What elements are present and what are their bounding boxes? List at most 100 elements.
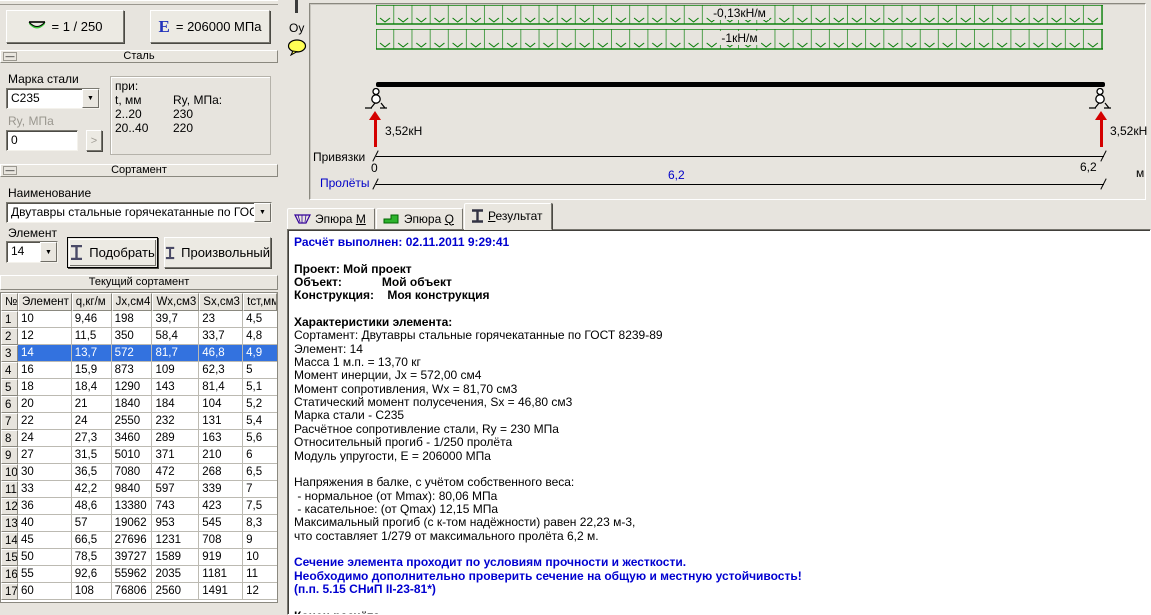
table-cell[interactable]: 2035 (152, 566, 200, 583)
table-cell[interactable]: 7 (243, 481, 277, 498)
table-cell[interactable]: 46,8 (199, 345, 244, 362)
table-row[interactable]: 14 45 66,5 27696 1231 708 9 (1, 532, 277, 549)
table-cell[interactable]: 76806 (111, 583, 153, 600)
table-cell[interactable]: 12 (243, 583, 277, 600)
table-cell[interactable]: 10 (243, 549, 277, 566)
sortament-name-combobox[interactable]: Двутавры стальные горячекатанные по ГОСТ… (6, 202, 272, 223)
table-row[interactable]: 7 22 24 2550 232 131 5,4 (1, 413, 277, 430)
table-cell[interactable]: 4,8 (243, 328, 277, 345)
row-number[interactable]: 8 (1, 430, 18, 447)
row-number[interactable]: 11 (1, 481, 18, 498)
table-cell[interactable]: 39727 (111, 549, 153, 566)
row-number[interactable]: 3 (1, 345, 18, 362)
table-row[interactable]: 4 16 15,9 873 109 62,3 5 (1, 362, 277, 379)
table-cell[interactable]: 16 (17, 362, 72, 379)
table-cell[interactable]: 1840 (111, 396, 153, 413)
column-header[interactable]: Sx,см3 (199, 293, 244, 311)
table-cell[interactable]: 953 (152, 515, 200, 532)
chevron-down-icon[interactable]: ▼ (254, 203, 271, 222)
row-number[interactable]: 6 (1, 396, 18, 413)
tab-epura-m[interactable]: Эпюра М (287, 208, 375, 230)
table-cell[interactable]: 108 (71, 583, 112, 600)
table-cell[interactable]: 109 (152, 362, 200, 379)
table-cell[interactable]: 33,7 (199, 328, 244, 345)
column-header[interactable]: Jx,см4 (111, 293, 153, 311)
table-cell[interactable]: 3460 (111, 430, 153, 447)
table-cell[interactable]: 19062 (111, 515, 153, 532)
row-number[interactable]: 17 (1, 583, 18, 600)
table-cell[interactable]: 14 (17, 345, 72, 362)
table-cell[interactable]: 873 (111, 362, 153, 379)
table-row[interactable]: 15 50 78,5 39727 1589 919 10 (1, 549, 277, 566)
table-cell[interactable]: 33 (17, 481, 72, 498)
table-cell[interactable]: 13,7 (71, 345, 112, 362)
table-cell[interactable]: 15,9 (71, 362, 112, 379)
table-cell[interactable]: 10 (17, 311, 72, 328)
table-cell[interactable]: 232 (152, 413, 200, 430)
row-number[interactable]: 2 (1, 328, 18, 345)
table-cell[interactable]: 5,6 (243, 430, 277, 447)
row-number[interactable]: 10 (1, 464, 18, 481)
table-cell[interactable]: 7080 (111, 464, 153, 481)
row-number[interactable]: 9 (1, 447, 18, 464)
table-cell[interactable]: 18 (17, 379, 72, 396)
row-number[interactable]: 16 (1, 566, 18, 583)
table-cell[interactable]: 131 (199, 413, 244, 430)
tab-epura-q[interactable]: Эпюра Q (375, 208, 463, 230)
modulus-button[interactable]: E = 206000 МПа (150, 10, 270, 43)
table-cell[interactable]: 48,6 (71, 498, 112, 515)
table-cell[interactable]: 2560 (152, 583, 200, 600)
ry-apply-button[interactable]: > (86, 130, 102, 151)
column-header[interactable]: Элемент (17, 293, 72, 311)
table-cell[interactable]: 12 (17, 328, 72, 345)
row-number[interactable]: 5 (1, 379, 18, 396)
table-cell[interactable]: 42,2 (71, 481, 112, 498)
table-cell[interactable]: 1589 (152, 549, 200, 566)
table-cell[interactable]: 9840 (111, 481, 153, 498)
table-cell[interactable]: 1231 (152, 532, 200, 549)
table-cell[interactable]: 371 (152, 447, 200, 464)
table-cell[interactable]: 472 (152, 464, 200, 481)
steel-grade-combobox[interactable]: С235 ▼ (6, 88, 100, 109)
table-cell[interactable]: 545 (199, 515, 244, 532)
table-cell[interactable]: 597 (152, 481, 200, 498)
table-cell[interactable]: 58,4 (152, 328, 200, 345)
table-cell[interactable]: 572 (111, 345, 153, 362)
table-cell[interactable]: 5,1 (243, 379, 277, 396)
column-header[interactable]: q,кг/м (71, 293, 112, 311)
table-cell[interactable]: 289 (152, 430, 200, 447)
table-cell[interactable]: 9 (243, 532, 277, 549)
table-cell[interactable]: 23 (199, 311, 244, 328)
table-cell[interactable]: 22 (17, 413, 72, 430)
table-cell[interactable]: 31,5 (71, 447, 112, 464)
table-cell[interactable]: 210 (199, 447, 244, 464)
table-cell[interactable]: 2550 (111, 413, 153, 430)
table-cell[interactable]: 55962 (111, 566, 153, 583)
row-number[interactable]: 15 (1, 549, 18, 566)
table-row[interactable]: 16 55 92,6 55962 2035 1181 11 (1, 566, 277, 583)
ry-input[interactable]: 0 (6, 130, 78, 151)
table-row[interactable]: 10 30 36,5 7080 472 268 6,5 (1, 464, 277, 481)
chevron-down-icon[interactable]: ▼ (40, 242, 57, 262)
table-cell[interactable]: 50 (17, 549, 72, 566)
table-cell[interactable]: 5,2 (243, 396, 277, 413)
tab-result[interactable]: Результат (463, 203, 552, 230)
table-cell[interactable]: 143 (152, 379, 200, 396)
table-cell[interactable]: 60 (17, 583, 72, 600)
table-cell[interactable]: 9,46 (71, 311, 112, 328)
table-cell[interactable]: 198 (111, 311, 153, 328)
table-cell[interactable]: 24 (17, 430, 72, 447)
column-header[interactable]: tст,мм (243, 293, 277, 311)
table-cell[interactable]: 1491 (199, 583, 244, 600)
table-cell[interactable]: 36,5 (71, 464, 112, 481)
table-cell[interactable]: 40 (17, 515, 72, 532)
results-panel[interactable]: Расчёт выполнен: 02.11.2011 9:29:41 Прое… (287, 229, 1151, 615)
table-cell[interactable]: 423 (199, 498, 244, 515)
table-cell[interactable]: 11,5 (71, 328, 112, 345)
row-number[interactable]: 12 (1, 498, 18, 515)
table-cell[interactable]: 1181 (199, 566, 244, 583)
table-cell[interactable]: 27,3 (71, 430, 112, 447)
table-cell[interactable]: 55 (17, 566, 72, 583)
deflection-limit-button[interactable]: = 1 / 250 (6, 10, 124, 43)
table-cell[interactable]: 268 (199, 464, 244, 481)
